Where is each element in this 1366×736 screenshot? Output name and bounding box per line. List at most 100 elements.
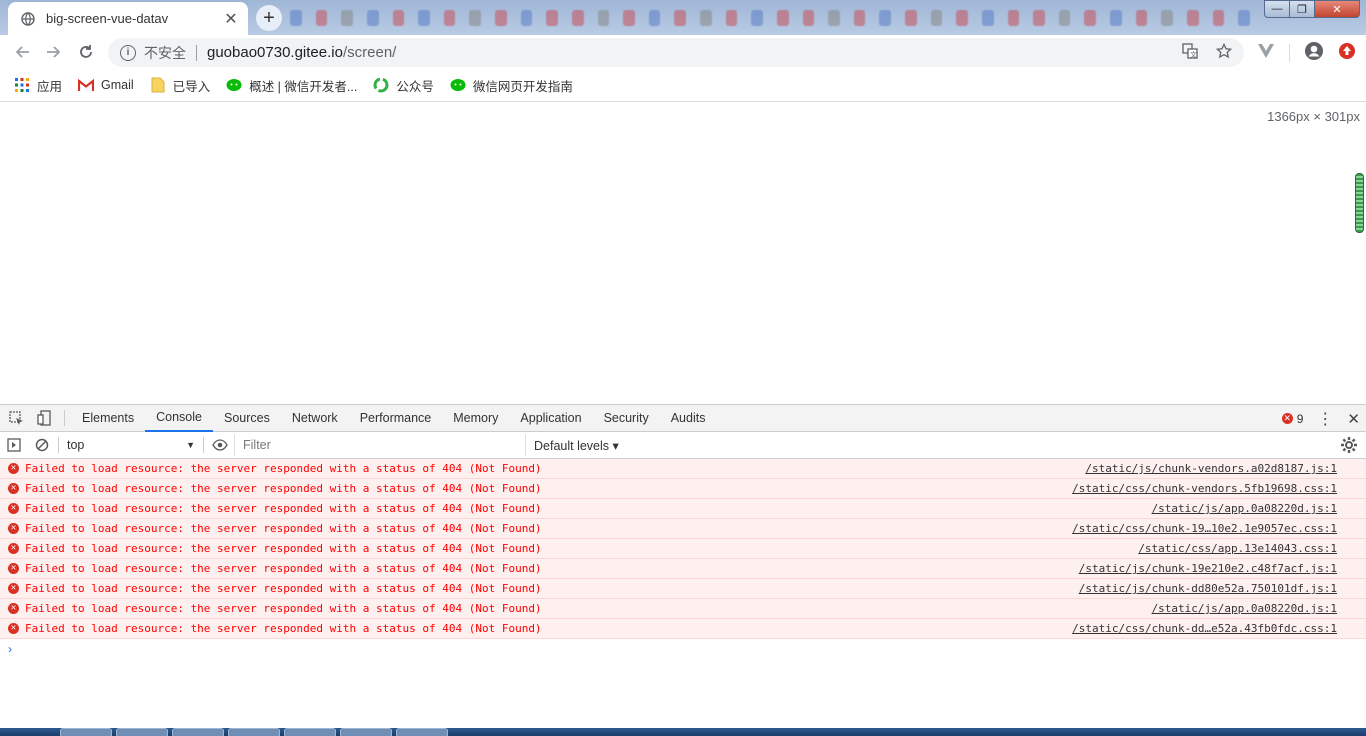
- devtools-tab-bar: Elements Console Sources Network Perform…: [0, 405, 1366, 432]
- taskbar-item[interactable]: [228, 728, 280, 736]
- source-link[interactable]: /static/css/chunk-dd…e52a.43fb0fdc.css:1: [1072, 622, 1337, 635]
- tab-security[interactable]: Security: [593, 405, 660, 432]
- tab-strip: big-screen-vue-datav ✕ + — ❐ ✕: [0, 0, 1366, 35]
- console-error-row: ✕ Failed to load resource: the server res…: [0, 519, 1366, 539]
- wechat-icon: [226, 77, 242, 93]
- error-icon: ✕: [8, 503, 19, 514]
- inspect-element-icon[interactable]: [2, 405, 30, 431]
- folder-icon: [150, 77, 166, 93]
- bookmark-gmail[interactable]: Gmail: [78, 77, 134, 93]
- gear-icon[interactable]: [1340, 436, 1358, 454]
- error-icon: ✕: [8, 463, 19, 474]
- log-levels-dropdown[interactable]: Default levels ▾: [534, 438, 619, 453]
- show-sidebar-icon[interactable]: [0, 432, 28, 458]
- bookmark-folder-imported[interactable]: 已导入: [150, 76, 210, 95]
- live-expression-eye-icon[interactable]: [206, 432, 234, 458]
- extensions-area: [1257, 38, 1356, 67]
- console-messages: ✕ Failed to load resource: the server res…: [0, 459, 1366, 659]
- console-error-row: ✕ Failed to load resource: the server res…: [0, 459, 1366, 479]
- window-close-button[interactable]: ✕: [1314, 0, 1360, 18]
- taskbar-item[interactable]: [396, 728, 448, 736]
- minimize-button[interactable]: —: [1264, 0, 1290, 18]
- error-icon: ✕: [8, 523, 19, 534]
- tab-network[interactable]: Network: [281, 405, 349, 432]
- browser-toolbar: i 不安全 guobao0730.gitee.io/screen/ 文: [0, 35, 1366, 69]
- tab-application[interactable]: Application: [509, 405, 592, 432]
- source-link[interactable]: /static/js/app.0a08220d.js:1: [1152, 602, 1337, 615]
- taskbar-item[interactable]: [116, 728, 168, 736]
- bookmark-star-icon[interactable]: [1215, 42, 1233, 62]
- profile-avatar-icon[interactable]: [1304, 41, 1324, 64]
- back-arrow-icon[interactable]: [6, 36, 38, 68]
- close-devtools-icon[interactable]: ✕: [1347, 410, 1360, 428]
- page-viewport[interactable]: 1366px × 301px: [0, 103, 1366, 404]
- devtools-panel: Elements Console Sources Network Perform…: [0, 404, 1366, 728]
- source-link[interactable]: /static/js/app.0a08220d.js:1: [1152, 502, 1337, 515]
- tab-title: big-screen-vue-datav: [46, 11, 169, 26]
- context-selector[interactable]: top ▼: [61, 435, 201, 455]
- console-error-row: ✕ Failed to load resource: the server res…: [0, 579, 1366, 599]
- new-tab-button[interactable]: +: [256, 5, 282, 31]
- apps-grid-icon: [14, 77, 30, 93]
- source-link[interactable]: /static/js/chunk-vendors.a02d8187.js:1: [1085, 462, 1337, 475]
- tab-console[interactable]: Console: [145, 405, 213, 432]
- refresh-green-icon: [373, 77, 389, 93]
- wechat-icon: [450, 77, 466, 93]
- viewport-dimensions-label: 1366px × 301px: [1267, 109, 1360, 124]
- translate-icon[interactable]: 文: [1182, 43, 1198, 62]
- tab-sources[interactable]: Sources: [213, 405, 281, 432]
- error-icon: ✕: [8, 543, 19, 554]
- tab-performance[interactable]: Performance: [349, 405, 443, 432]
- console-error-row: ✕ Failed to load resource: the server res…: [0, 599, 1366, 619]
- error-icon: ✕: [1281, 413, 1293, 424]
- url-host: guobao0730.gitee.io: [207, 44, 343, 61]
- console-error-row: ✕ Failed to load resource: the server res…: [0, 539, 1366, 559]
- reload-icon[interactable]: [70, 36, 102, 68]
- source-link[interactable]: /static/js/chunk-dd80e52a.750101df.js:1: [1079, 582, 1337, 595]
- info-icon[interactable]: i: [120, 44, 136, 61]
- console-toolbar: top ▼ Default levels ▾: [0, 432, 1366, 459]
- console-error-row: ✕ Failed to load resource: the server res…: [0, 559, 1366, 579]
- gmail-icon: [78, 77, 95, 93]
- taskbar-item[interactable]: [60, 728, 112, 736]
- scroll-indicator[interactable]: [1355, 173, 1364, 233]
- vue-devtools-icon[interactable]: [1257, 43, 1275, 62]
- update-alert-icon[interactable]: [1338, 42, 1356, 63]
- taskbar-item[interactable]: [340, 728, 392, 736]
- taskbar-item[interactable]: [172, 728, 224, 736]
- source-link[interactable]: /static/css/chunk-vendors.5fb19698.css:1: [1072, 482, 1337, 495]
- source-link[interactable]: /static/js/chunk-19e210e2.c48f7acf.js:1: [1079, 562, 1337, 575]
- background-tabs: [290, 6, 1250, 30]
- taskbar-item[interactable]: [284, 728, 336, 736]
- clear-console-icon[interactable]: [28, 432, 56, 458]
- maximize-button[interactable]: ❐: [1289, 0, 1315, 18]
- svg-text:文: 文: [1190, 50, 1197, 59]
- console-error-row: ✕ Failed to load resource: the server res…: [0, 479, 1366, 499]
- console-error-row: ✕ Failed to load resource: the server res…: [0, 499, 1366, 519]
- error-icon: ✕: [8, 623, 19, 634]
- error-icon: ✕: [8, 563, 19, 574]
- device-toolbar-icon[interactable]: [30, 405, 58, 431]
- address-bar[interactable]: i 不安全 guobao0730.gitee.io/screen/ 文: [108, 38, 1244, 67]
- tab-elements[interactable]: Elements: [71, 405, 145, 432]
- bookmark-apps[interactable]: 应用: [14, 76, 62, 95]
- source-link[interactable]: /static/css/app.13e14043.css:1: [1138, 542, 1337, 555]
- tab-memory[interactable]: Memory: [442, 405, 509, 432]
- window-controls: — ❐ ✕: [1264, 0, 1360, 18]
- forward-arrow-icon[interactable]: [38, 36, 70, 68]
- console-prompt[interactable]: ›: [0, 639, 1366, 659]
- more-options-icon[interactable]: ⋮: [1317, 409, 1333, 429]
- bookmark-wechat-web-guide[interactable]: 微信网页开发指南: [450, 76, 573, 95]
- bookmark-official-account[interactable]: 公众号: [373, 76, 434, 95]
- url-path: /screen/: [342, 44, 397, 61]
- error-icon: ✕: [8, 483, 19, 494]
- tab-close-icon[interactable]: ✕: [222, 10, 240, 28]
- error-count-badge[interactable]: ✕ 9: [1281, 412, 1303, 426]
- tab-audits[interactable]: Audits: [660, 405, 717, 432]
- source-link[interactable]: /static/css/chunk-19…10e2.1e9057ec.css:1: [1072, 522, 1337, 535]
- error-icon: ✕: [8, 583, 19, 594]
- bookmark-wechat-devtools[interactable]: 概述 | 微信开发者...: [226, 76, 357, 95]
- chevron-down-icon: ▼: [186, 440, 195, 450]
- browser-tab[interactable]: big-screen-vue-datav ✕: [8, 2, 248, 35]
- console-filter-input[interactable]: [234, 434, 526, 456]
